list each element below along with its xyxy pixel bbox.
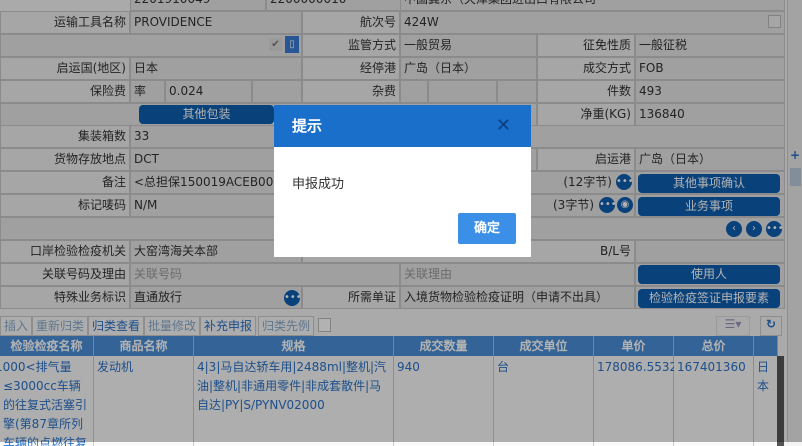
close-icon[interactable]: ✕	[496, 105, 511, 147]
dialog-header: 提示 ✕	[274, 105, 531, 147]
alert-dialog: 提示 ✕ 申报成功 确定	[274, 105, 531, 257]
dialog-message: 申报成功	[292, 177, 345, 192]
ok-button[interactable]: 确定	[458, 213, 516, 244]
dialog-title: 提示	[292, 117, 323, 135]
